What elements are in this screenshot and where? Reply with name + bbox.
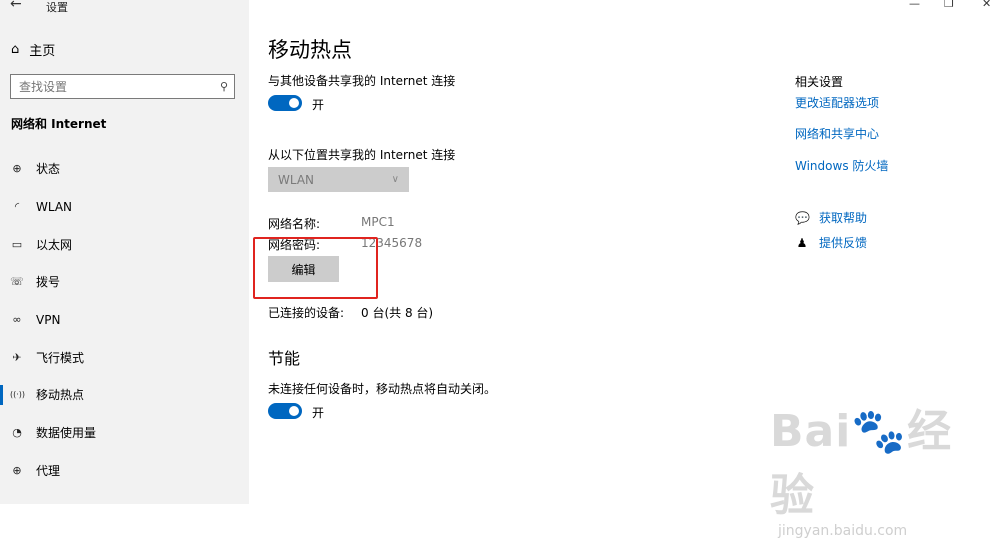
vpn-icon: ∞ [12, 313, 22, 327]
change-adapter-options-link[interactable]: 更改适配器选项 [795, 94, 879, 111]
share-internet-toggle[interactable] [268, 95, 302, 111]
chevron-down-icon: ∨ [391, 174, 399, 185]
windows-firewall-link[interactable]: Windows 防火墙 [795, 157, 888, 174]
sidebar-item-proxy[interactable]: ⊕ 代理 [0, 452, 249, 490]
sidebar: ← 设置 ⌂ 主页 ⚲ 网络和 Internet ⊕ 状态 ◜ WLAN ▭ 以… [0, 0, 249, 504]
power-saving-toggle-text: 开 [312, 406, 325, 420]
power-saving-description: 未连接任何设备时，移动热点将自动关闭。 [268, 382, 497, 396]
search-icon[interactable]: ⚲ [214, 80, 234, 93]
baidu-watermark: Bai🐾经验 jingyan.baidu.com [770, 395, 990, 539]
network-name-value: MPC1 [361, 215, 395, 229]
page-title: 移动热点 [268, 38, 352, 62]
share-internet-label: 与其他设备共享我的 Internet 连接 [268, 74, 456, 88]
get-help-label: 获取帮助 [819, 211, 868, 225]
give-feedback-label: 提供反馈 [819, 236, 868, 250]
airplane-icon: ✈ [12, 350, 22, 364]
minimize-button[interactable]: — [909, 0, 920, 10]
sidebar-item-ethernet[interactable]: ▭ 以太网 [0, 225, 249, 263]
share-from-value: WLAN [278, 172, 315, 187]
proxy-icon: ⊕ [12, 463, 22, 477]
sidebar-item-label: 状态 [36, 162, 61, 177]
sidebar-item-vpn[interactable]: ∞ VPN [0, 301, 249, 339]
sidebar-section-title: 网络和 Internet [11, 117, 107, 131]
sidebar-item-home[interactable]: ⌂ 主页 [11, 40, 55, 59]
sidebar-item-label: 移动热点 [36, 388, 85, 403]
sidebar-item-label: 拨号 [36, 275, 61, 290]
restore-button[interactable]: ❐ [944, 0, 954, 10]
sidebar-item-data-usage[interactable]: ◔ 数据使用量 [0, 414, 249, 452]
hotspot-icon: ((·)) [10, 390, 26, 400]
sidebar-item-label: VPN [36, 312, 61, 327]
sidebar-nav: ⊕ 状态 ◜ WLAN ▭ 以太网 ☏ 拨号 ∞ VPN ✈ 飞行模式 ((·)… [0, 150, 249, 489]
sidebar-item-label: 代理 [36, 463, 61, 478]
share-from-dropdown[interactable]: WLAN ∨ [268, 167, 409, 192]
connected-devices-value: 0 台(共 8 台) [361, 306, 434, 320]
window-title: 设置 [46, 1, 68, 14]
sidebar-item-airplane-mode[interactable]: ✈ 飞行模式 [0, 338, 249, 376]
home-icon: ⌂ [11, 42, 20, 57]
globe-icon: ⊕ [12, 162, 22, 176]
watermark-url: jingyan.baidu.com [778, 523, 908, 539]
highlight-box [253, 237, 378, 299]
ethernet-icon: ▭ [11, 237, 23, 251]
search-input[interactable] [11, 78, 214, 95]
connected-devices-label: 已连接的设备: [268, 306, 345, 320]
network-name-label: 网络名称: [268, 217, 321, 231]
close-button[interactable]: ✕ [982, 0, 991, 10]
sidebar-item-label: WLAN [36, 199, 73, 214]
dialup-icon: ☏ [10, 275, 24, 289]
search-box[interactable]: ⚲ [10, 74, 235, 99]
sidebar-item-mobile-hotspot[interactable]: ((·)) 移动热点 [0, 376, 249, 414]
power-saving-toggle[interactable] [268, 403, 302, 419]
network-sharing-center-link[interactable]: 网络和共享中心 [795, 125, 879, 142]
feedback-icon: ♟ [796, 235, 808, 250]
sidebar-item-dialup[interactable]: ☏ 拨号 [0, 263, 249, 301]
related-settings-title: 相关设置 [795, 75, 844, 89]
data-usage-icon: ◔ [12, 426, 22, 440]
help-chat-icon: 💬 [795, 210, 810, 225]
power-saving-title: 节能 [268, 349, 301, 368]
sidebar-item-wlan[interactable]: ◜ WLAN [0, 188, 249, 226]
share-internet-toggle-text: 开 [312, 98, 325, 112]
sidebar-item-label: 飞行模式 [36, 350, 85, 365]
home-label: 主页 [29, 44, 56, 59]
share-from-label: 从以下位置共享我的 Internet 连接 [268, 148, 456, 162]
get-help-link[interactable]: 💬 获取帮助 [795, 209, 867, 226]
give-feedback-link[interactable]: ♟ 提供反馈 [795, 234, 867, 251]
sidebar-item-label: 以太网 [36, 237, 73, 252]
sidebar-item-label: 数据使用量 [36, 426, 97, 441]
sidebar-item-status[interactable]: ⊕ 状态 [0, 150, 249, 188]
wifi-icon: ◜ [14, 200, 20, 214]
back-arrow-icon[interactable]: ← [10, 0, 22, 12]
